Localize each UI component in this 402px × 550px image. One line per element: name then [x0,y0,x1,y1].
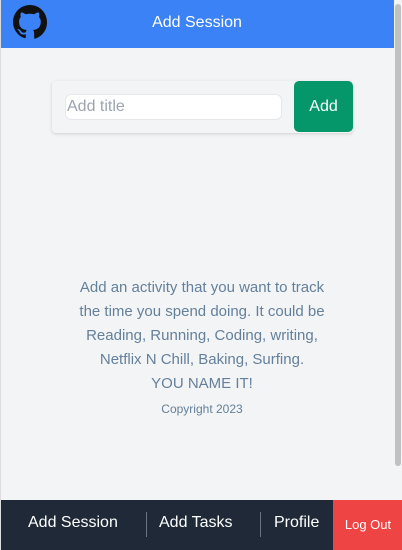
divider [146,512,147,537]
description-line: Netflix N Chill, Baking, Surfing. [99,351,305,368]
scrollbar[interactable] [394,0,402,550]
header: Add Session [1,0,402,48]
description-line: YOU NAME IT! [151,375,253,392]
nav-profile[interactable]: Profile [274,514,319,532]
bottom-nav: Add Session Add Tasks Profile Log Out [1,500,402,550]
add-session-form: Add [52,81,353,133]
logout-button[interactable]: Log Out [333,500,402,550]
page-title: Add Session [152,14,242,31]
description: Add an activity that you want to track t… [61,276,343,396]
description-line: Add an activity that you want to track [79,279,325,296]
description-line: Reading, Running, Coding, writing, [86,327,318,344]
title-input[interactable] [65,94,282,120]
description-line: the time you spend doing. It could be [79,303,325,320]
scrollbar-thumb[interactable] [395,4,401,466]
nav-add-tasks[interactable]: Add Tasks [159,514,233,532]
add-button[interactable]: Add [294,81,353,132]
divider [260,512,261,537]
nav-add-session[interactable]: Add Session [28,514,118,532]
copyright: Copyright 2023 [161,402,243,416]
